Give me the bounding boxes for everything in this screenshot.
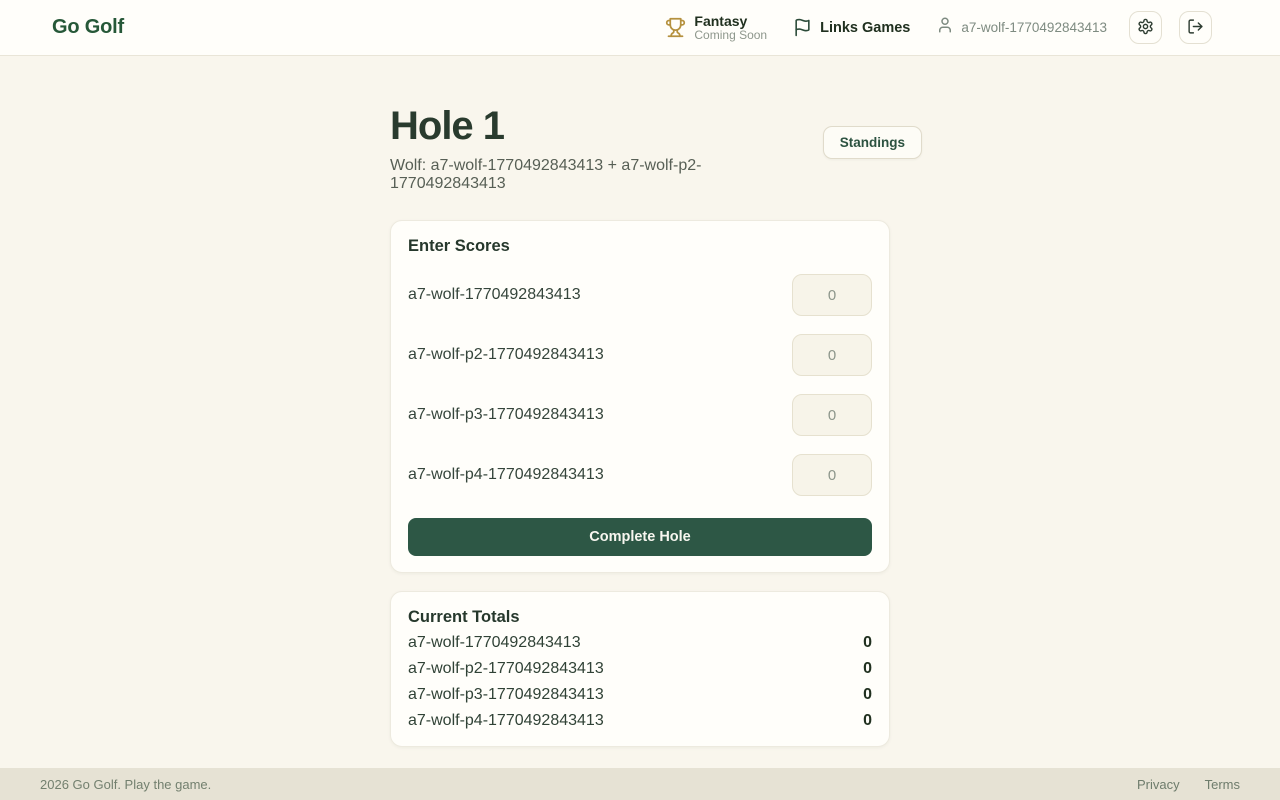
footer-copyright: 2026 Go Golf. Play the game. xyxy=(40,777,211,792)
player-label: a7-wolf-p4-1770492843413 xyxy=(408,466,604,484)
totals-player-value: 0 xyxy=(863,712,872,730)
page-subtitle: Wolf: a7-wolf-1770492843413 + a7-wolf-p2… xyxy=(390,157,791,193)
score-input-player-4[interactable] xyxy=(792,454,872,496)
fantasy-text: Fantasy Coming Soon xyxy=(694,13,767,43)
score-row: a7-wolf-p2-1770492843413 xyxy=(408,334,872,376)
fantasy-sublabel: Coming Soon xyxy=(694,29,767,43)
page-head: Hole 1 Wolf: a7-wolf-1770492843413 + a7-… xyxy=(390,104,890,193)
standings-button[interactable]: Standings xyxy=(823,126,922,159)
page-head-text: Hole 1 Wolf: a7-wolf-1770492843413 + a7-… xyxy=(390,104,791,193)
totals-row: a7-wolf-p3-1770492843413 0 xyxy=(408,686,872,704)
terms-link[interactable]: Terms xyxy=(1205,777,1240,792)
privacy-link[interactable]: Privacy xyxy=(1137,777,1180,792)
totals-player-value: 0 xyxy=(863,634,872,652)
app-logo[interactable]: Go Golf xyxy=(52,16,124,39)
current-totals-card: Current Totals a7-wolf-1770492843413 0 a… xyxy=(390,591,890,747)
totals-player-name: a7-wolf-p3-1770492843413 xyxy=(408,686,604,704)
enter-scores-title: Enter Scores xyxy=(408,237,872,256)
header-nav: Fantasy Coming Soon Links Games a7-wolf-… xyxy=(665,11,1212,44)
score-row: a7-wolf-1770492843413 xyxy=(408,274,872,316)
page-title: Hole 1 xyxy=(390,104,791,148)
current-totals-title: Current Totals xyxy=(408,608,872,627)
enter-scores-card: Enter Scores a7-wolf-1770492843413 a7-wo… xyxy=(390,220,890,573)
logout-icon xyxy=(1187,18,1204,38)
links-games-label: Links Games xyxy=(820,20,910,36)
nav-item-links-games[interactable]: Links Games xyxy=(793,18,910,37)
totals-player-value: 0 xyxy=(863,686,872,704)
totals-player-value: 0 xyxy=(863,660,872,678)
score-input-player-2[interactable] xyxy=(792,334,872,376)
trophy-icon xyxy=(665,17,686,38)
main-content: Hole 1 Wolf: a7-wolf-1770492843413 + a7-… xyxy=(0,56,1280,768)
totals-row: a7-wolf-p2-1770492843413 0 xyxy=(408,660,872,678)
player-label: a7-wolf-1770492843413 xyxy=(408,286,581,304)
user-chip: a7-wolf-1770492843413 xyxy=(936,16,1107,39)
fantasy-label: Fantasy xyxy=(694,13,767,29)
app-footer: 2026 Go Golf. Play the game. Privacy Ter… xyxy=(0,768,1280,800)
totals-row: a7-wolf-1770492843413 0 xyxy=(408,634,872,652)
settings-button[interactable] xyxy=(1129,11,1162,44)
nav-item-fantasy[interactable]: Fantasy Coming Soon xyxy=(665,13,767,43)
footer-links: Privacy Terms xyxy=(1137,777,1240,792)
user-name: a7-wolf-1770492843413 xyxy=(961,20,1107,35)
totals-player-name: a7-wolf-p4-1770492843413 xyxy=(408,712,604,730)
totals-player-name: a7-wolf-p2-1770492843413 xyxy=(408,660,604,678)
flag-icon xyxy=(793,18,812,37)
player-label: a7-wolf-p3-1770492843413 xyxy=(408,406,604,424)
totals-row: a7-wolf-p4-1770492843413 0 xyxy=(408,712,872,730)
player-label: a7-wolf-p2-1770492843413 xyxy=(408,346,604,364)
score-row: a7-wolf-p4-1770492843413 xyxy=(408,454,872,496)
user-icon xyxy=(936,16,954,39)
complete-hole-button[interactable]: Complete Hole xyxy=(408,518,872,556)
logout-button[interactable] xyxy=(1179,11,1212,44)
header-buttons xyxy=(1129,11,1212,44)
score-input-player-1[interactable] xyxy=(792,274,872,316)
app-header: Go Golf Fantasy Coming Soon Links Games xyxy=(0,0,1280,56)
gear-icon xyxy=(1137,18,1154,38)
score-input-player-3[interactable] xyxy=(792,394,872,436)
totals-player-name: a7-wolf-1770492843413 xyxy=(408,634,581,652)
score-row: a7-wolf-p3-1770492843413 xyxy=(408,394,872,436)
